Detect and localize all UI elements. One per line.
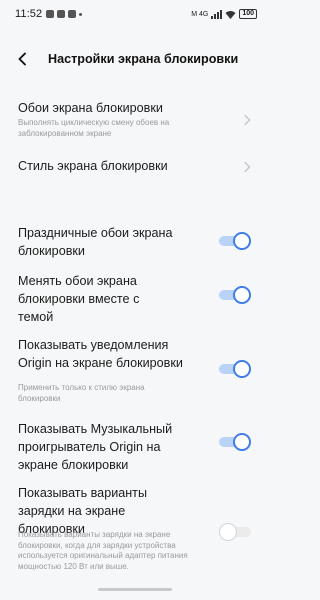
back-arrow-icon <box>18 52 26 66</box>
notification-icon <box>57 10 66 18</box>
toggle-origin-notifications[interactable] <box>219 360 251 378</box>
setting-title: Обои экрана блокировки <box>18 101 163 115</box>
signal-icon <box>211 9 223 19</box>
more-dot-icon <box>79 12 83 16</box>
status-bar: 11:52 M 4G 100 <box>0 0 270 28</box>
network-label: M 4G <box>191 10 209 18</box>
toggle-origin-music-player[interactable] <box>219 433 251 451</box>
toggle-knob <box>233 433 251 451</box>
setting-lock-wallpaper[interactable]: Обои экрана блокировки Выполнять цикличе… <box>0 96 270 146</box>
toggle-holiday-wallpapers[interactable] <box>219 232 251 250</box>
chevron-right-icon <box>244 114 251 126</box>
section-divider <box>0 202 270 210</box>
setting-title: Менять обои экрана блокировки вместе с т… <box>18 274 140 324</box>
setting-title: Показывать Музыкальный проигрыватель Ori… <box>18 422 173 472</box>
setting-origin-notifications: Показывать уведомления Origin на экране … <box>0 336 270 408</box>
toggle-charging-options[interactable] <box>219 523 251 541</box>
notification-icon <box>46 10 55 18</box>
battery-icon: 100 <box>239 9 257 19</box>
setting-lock-style[interactable]: Стиль экрана блокировки <box>0 154 270 180</box>
app-header: Настройки экрана блокировки <box>0 44 270 74</box>
status-time: 11:52 <box>15 8 43 20</box>
wifi-icon <box>225 10 236 19</box>
setting-subtitle: Показывать варианты зарядки на экране бл… <box>18 530 188 571</box>
setting-subtitle: Применить только к стилю экрана блокиров… <box>18 383 145 403</box>
setting-title: Стиль экрана блокировки <box>18 159 168 173</box>
toggle-knob <box>233 232 251 250</box>
setting-subtitle: Выполнять циклическую смену обоев на заб… <box>18 118 170 138</box>
status-right: M 4G 100 <box>191 9 257 19</box>
home-indicator[interactable] <box>98 588 172 591</box>
setting-title: Показывать уведомления Origin на экране … <box>18 338 183 370</box>
notification-icons <box>46 10 83 18</box>
toggle-knob <box>219 523 237 541</box>
setting-wallpaper-with-theme: Менять обои экрана блокировки вместе с т… <box>0 272 270 326</box>
notification-icon <box>68 10 77 18</box>
toggle-knob <box>233 286 251 304</box>
chevron-right-icon <box>244 161 251 173</box>
toggle-wallpaper-with-theme[interactable] <box>219 286 251 304</box>
back-button[interactable] <box>7 44 37 74</box>
setting-holiday-wallpapers: Праздничные обои экрана блокировки <box>0 224 270 260</box>
page-title: Настройки экрана блокировки <box>48 52 239 66</box>
setting-title: Праздничные обои экрана блокировки <box>18 226 173 258</box>
setting-origin-music-player: Показывать Музыкальный проигрыватель Ori… <box>0 420 270 474</box>
toggle-knob <box>233 360 251 378</box>
setting-charging-options: Показывать варианты зарядки на экране бл… <box>0 484 270 584</box>
